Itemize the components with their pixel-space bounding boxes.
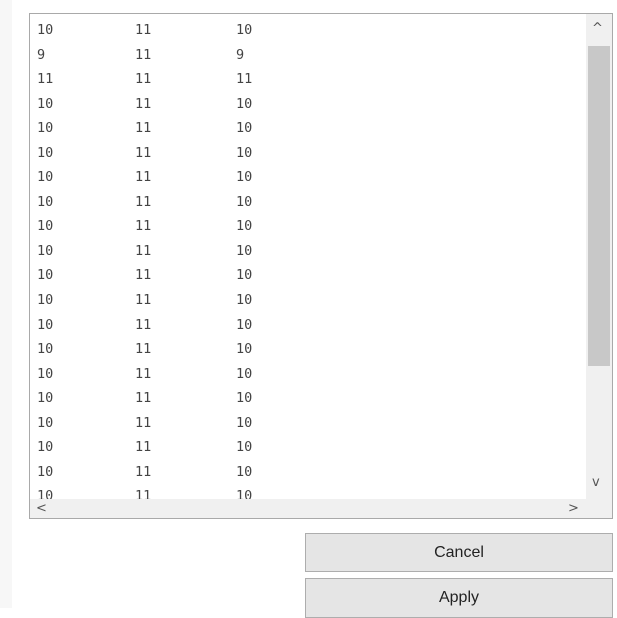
text-cell: 11 <box>37 71 54 88</box>
text-cell: 11 <box>135 463 152 480</box>
text-cell: 10 <box>37 316 54 333</box>
text-cell: 10 <box>37 22 54 38</box>
text-cell: 11 <box>135 267 152 284</box>
dialog-left-edge <box>0 0 12 608</box>
vertical-scroll-thumb[interactable] <box>588 46 610 366</box>
text-cell: 11 <box>135 22 152 38</box>
text-cell: 11 <box>135 292 152 309</box>
text-cell: 10 <box>236 341 253 358</box>
text-cell: 10 <box>37 144 54 161</box>
text-cell: 10 <box>236 193 253 210</box>
text-cell: 9 <box>236 46 245 63</box>
text-cell: 11 <box>135 414 152 431</box>
text-cell: 10 <box>236 439 253 456</box>
text-cell: 10 <box>236 218 253 235</box>
text-cell: 11 <box>135 242 152 259</box>
text-cell: 10 <box>37 218 54 235</box>
text-cell: 11 <box>135 46 152 63</box>
text-cell: 10 <box>37 193 54 210</box>
chevron-up-icon[interactable]: ^ <box>592 22 603 35</box>
text-cell: 10 <box>37 341 54 358</box>
chevron-down-icon[interactable]: v <box>592 476 600 489</box>
text-cell: 10 <box>37 414 54 431</box>
text-cell: 10 <box>37 365 54 382</box>
dialog: 10 11 10 9 11 9 11 11 11 10 11 10 10 11 10 10 11 10 10 11 10… <box>0 0 617 618</box>
text-cell: 11 <box>135 341 152 358</box>
text-cell: 11 <box>135 71 152 88</box>
text-cell: 10 <box>236 316 253 333</box>
text-cell: 10 <box>236 95 253 112</box>
text-cell: 10 <box>236 120 253 137</box>
text-cell: 11 <box>135 390 152 407</box>
text-cell: 10 <box>236 169 253 186</box>
text-cell: 11 <box>236 71 253 88</box>
text-cell: 10 <box>236 365 253 382</box>
text-cell: 10 <box>236 267 253 284</box>
text-cell: 11 <box>135 169 152 186</box>
text-cell: 10 <box>236 292 253 309</box>
text-cell: 11 <box>135 95 152 112</box>
apply-button[interactable]: Apply <box>305 578 613 618</box>
text-cell: 10 <box>236 22 253 38</box>
text-cell: 10 <box>236 242 253 259</box>
text-cell: 11 <box>135 316 152 333</box>
text-cell: 10 <box>236 144 253 161</box>
text-cell: 9 <box>37 46 46 63</box>
text-cell: 10 <box>37 95 54 112</box>
text-cell: 11 <box>135 439 152 456</box>
text-cell: 10 <box>37 463 54 480</box>
text-cell: 11 <box>135 144 152 161</box>
vertical-scrollbar[interactable]: ^ v <box>586 14 612 499</box>
chevron-right-icon[interactable]: > <box>568 502 579 515</box>
text-cell: 10 <box>37 120 54 137</box>
text-cell: 10 <box>236 463 253 480</box>
text-cell: 10 <box>37 267 54 284</box>
text-cell: 10 <box>37 390 54 407</box>
text-cell: 10 <box>37 242 54 259</box>
horizontal-scrollbar[interactable]: < > <box>30 499 586 518</box>
text-cell: 11 <box>135 218 152 235</box>
text-cell: 10 <box>37 169 54 186</box>
cancel-button[interactable]: Cancel <box>305 533 613 572</box>
data-text-area[interactable]: 10 11 10 9 11 9 11 11 11 10 11 10 10 11 10 10 11 10 10 11 10… <box>29 13 613 519</box>
text-cell: 11 <box>135 193 152 210</box>
text-cell: 10 <box>236 390 253 407</box>
text-cell: 10 <box>37 439 54 456</box>
text-cell: 11 <box>135 120 152 137</box>
scrollbar-corner <box>586 499 612 518</box>
text-cell: 10 <box>236 414 253 431</box>
text-cell: 10 <box>37 292 54 309</box>
chevron-left-icon[interactable]: < <box>36 502 47 515</box>
text-cell: 11 <box>135 365 152 382</box>
